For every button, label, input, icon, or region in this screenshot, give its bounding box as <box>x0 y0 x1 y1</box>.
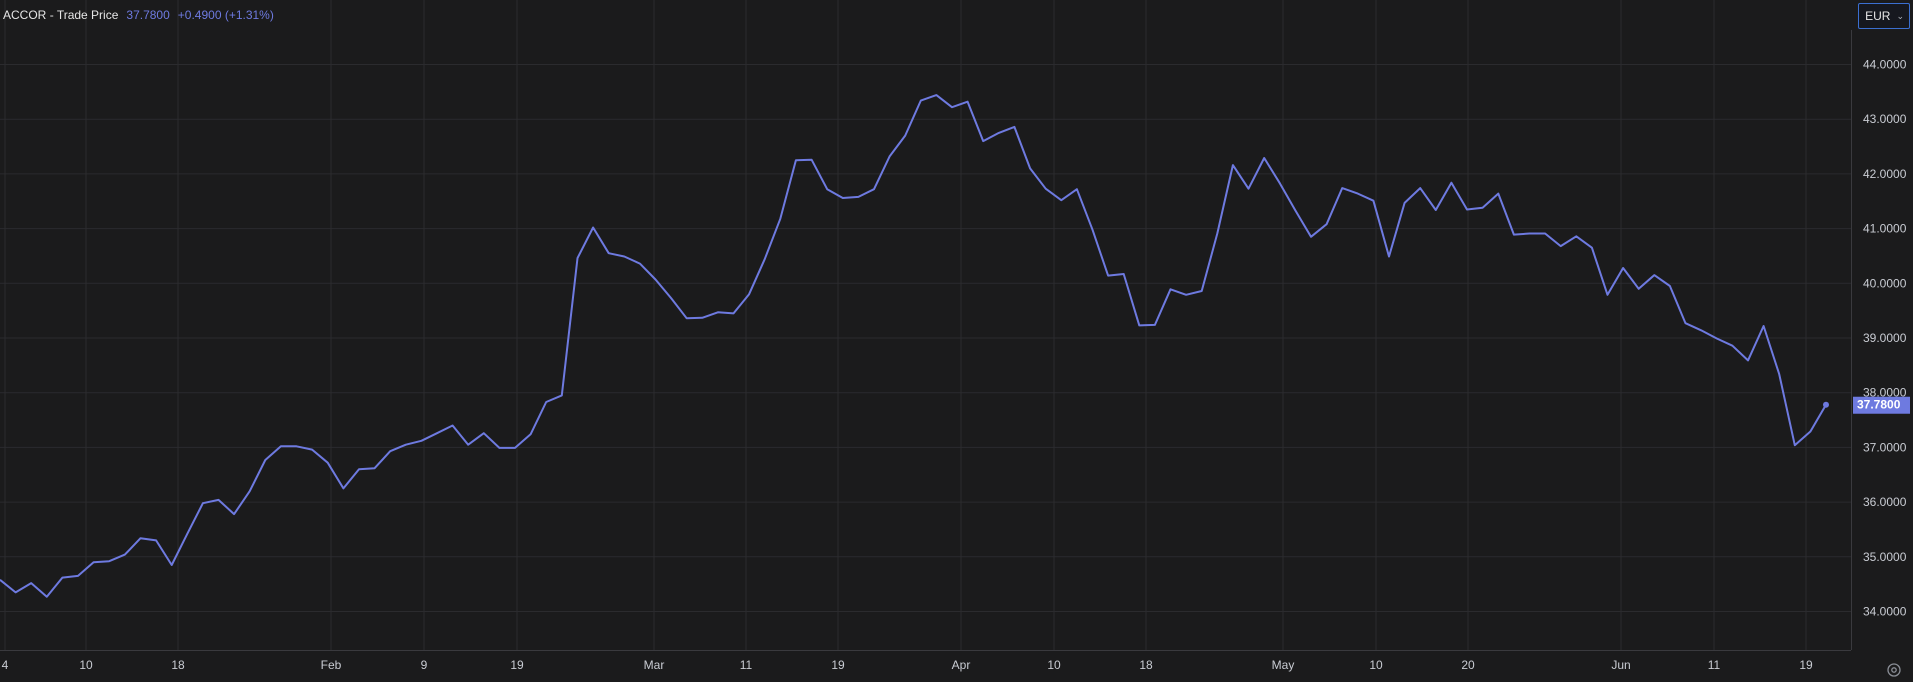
x-tick-label: Feb <box>321 658 342 672</box>
settings-icon[interactable] <box>1885 661 1903 679</box>
x-tick-label: 10 <box>1369 658 1383 672</box>
x-tick-label: Jun <box>1611 658 1630 672</box>
symbol-name: ACCOR - Trade Price <box>3 8 119 22</box>
x-tick-label: 9 <box>421 658 428 672</box>
last-price-label: 37.7800 <box>1857 398 1901 412</box>
x-tick-label: 10 <box>1047 658 1061 672</box>
x-tick-label: 11 <box>740 658 753 672</box>
y-tick-label: 43.0000 <box>1863 112 1907 126</box>
x-tick-label: 18 <box>171 658 185 672</box>
y-tick-label: 37.0000 <box>1863 440 1907 454</box>
x-tick-label: 19 <box>831 658 845 672</box>
y-tick-label: 39.0000 <box>1863 331 1907 345</box>
y-tick-label: 35.0000 <box>1863 550 1907 564</box>
last-price-badge-group: 37.7800 <box>1853 396 1910 414</box>
y-tick-label: 40.0000 <box>1863 276 1907 290</box>
y-tick-label: 44.0000 <box>1863 58 1907 72</box>
legend-price: 37.7800 <box>126 8 170 22</box>
x-tick-label: Apr <box>952 658 971 672</box>
y-tick-label: 41.0000 <box>1863 222 1907 236</box>
x-tick-label: 18 <box>1139 658 1153 672</box>
currency-label: EUR <box>1865 9 1891 23</box>
x-tick-label: 4 <box>2 658 9 672</box>
x-tick-label: 19 <box>1799 658 1813 672</box>
currency-select[interactable]: EUR ⌄ <box>1858 3 1910 29</box>
x-tick-label: May <box>1272 658 1295 672</box>
chart-background <box>0 0 1913 682</box>
x-tick-label: 19 <box>510 658 524 672</box>
last-price-point <box>1823 401 1829 408</box>
x-tick-label: 10 <box>79 658 93 672</box>
price-chart[interactable]: 34.000035.000036.000037.000038.000039.00… <box>0 0 1913 682</box>
x-tick-label: Mar <box>644 658 665 672</box>
y-tick-label: 42.0000 <box>1863 167 1907 181</box>
y-tick-label: 34.0000 <box>1863 605 1907 619</box>
y-tick-label: 36.0000 <box>1863 495 1907 509</box>
x-tick-label: 20 <box>1461 658 1475 672</box>
legend-change: +0.4900 (+1.31%) <box>177 8 274 22</box>
x-tick-label: 11 <box>1708 658 1721 672</box>
chart-legend: ACCOR - Trade Price 37.7800 +0.4900 (+1.… <box>3 8 274 22</box>
chevron-down-icon: ⌄ <box>1896 10 1904 21</box>
